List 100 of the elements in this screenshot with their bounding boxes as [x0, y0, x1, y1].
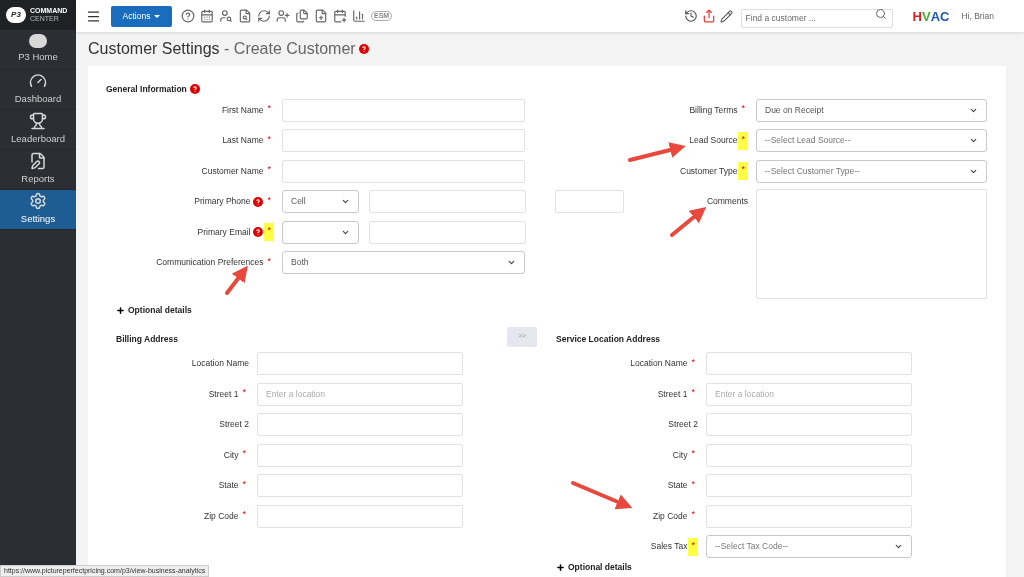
add-user-icon[interactable] [276, 9, 290, 23]
input-field[interactable] [706, 504, 912, 528]
required-asterisk: * [266, 193, 272, 207]
field-label: Street 1 [657, 387, 688, 401]
help-icon[interactable] [189, 84, 200, 94]
caret-icon [154, 14, 161, 18]
field-label: Last Name [222, 134, 264, 148]
arrow-annotation [670, 206, 707, 237]
input-field[interactable] [282, 98, 525, 122]
field-label: Lead Source [689, 134, 738, 148]
field-label: Customer Name [201, 164, 264, 178]
field-label: Location Name [191, 357, 249, 371]
edit-icon[interactable] [719, 9, 733, 23]
help-icon[interactable] [253, 196, 264, 207]
required-asterisk: * [690, 508, 696, 522]
required-asterisk: * [690, 477, 696, 491]
required-asterisk: * [266, 132, 272, 146]
field-label: Location Name [630, 357, 688, 371]
required-asterisk: * [266, 102, 272, 116]
field-label: First Name [221, 103, 264, 117]
required-asterisk: * [241, 508, 247, 522]
history-icon[interactable] [683, 9, 698, 23]
help-icon[interactable] [181, 9, 195, 23]
field-label: Primary Email [197, 225, 251, 239]
comments-field[interactable] [756, 188, 987, 299]
share-icon[interactable] [701, 9, 716, 23]
plus-icon[interactable] [116, 306, 125, 315]
refresh-icon[interactable] [257, 9, 271, 23]
field-label: Zip Code [204, 509, 239, 523]
input-field[interactable] [257, 504, 463, 528]
input-field[interactable]: Enter a location [706, 382, 912, 406]
plus-icon[interactable] [556, 562, 565, 572]
field-label: State [667, 479, 688, 493]
required-asterisk: * [688, 537, 698, 556]
field-label: Street 1 [208, 387, 239, 401]
arrow-annotation [571, 481, 633, 510]
help-icon[interactable] [253, 227, 264, 238]
calendar-plus-icon[interactable] [333, 9, 347, 23]
optional-details-link[interactable]: Optional details [128, 304, 192, 317]
trophy-icon [29, 112, 47, 131]
input-field[interactable] [257, 443, 463, 467]
select-field[interactable]: --Select Customer Type-- [756, 159, 987, 183]
user-search-icon[interactable] [219, 9, 233, 23]
help-icon[interactable] [358, 44, 369, 54]
input-field[interactable]: Enter a location [257, 382, 463, 406]
required-asterisk: * [690, 386, 696, 400]
bar-chart-icon[interactable] [352, 9, 366, 23]
input-field[interactable] [257, 474, 463, 498]
optional-details-link[interactable]: Optional details [568, 561, 632, 574]
input-field[interactable] [369, 190, 526, 214]
field-label: Comments [706, 195, 748, 209]
sidebar-item[interactable]: Leaderboard [0, 110, 76, 150]
select-field[interactable] [282, 220, 359, 244]
logo-mark: P3 [6, 7, 26, 23]
required-asterisk: * [264, 223, 274, 242]
field-label: Zip Code [653, 509, 688, 523]
field-label: Sales Tax [650, 540, 688, 554]
required-asterisk: * [266, 163, 272, 177]
search-field[interactable]: Find a customer ... [740, 8, 893, 28]
company-logo: HVAC [912, 9, 950, 23]
field-label: Communication Preferences [156, 256, 264, 270]
user-greeting[interactable]: Hi, Brian [961, 9, 994, 23]
document-search-icon[interactable] [238, 9, 252, 23]
select-field[interactable]: Due on Receipt [756, 98, 987, 122]
input-field[interactable] [282, 129, 525, 153]
required-asterisk: * [690, 355, 696, 369]
section-heading: Service Location Address [556, 332, 662, 345]
select-field[interactable]: --Select Lead Source-- [756, 129, 987, 153]
input-field[interactable] [282, 159, 525, 183]
field-label: Primary Phone [194, 195, 251, 209]
field-label: City [223, 448, 239, 462]
select-field[interactable]: Both [282, 251, 525, 275]
field-label: Street 2 [668, 418, 698, 432]
search-icon[interactable] [874, 8, 887, 20]
input-field[interactable] [369, 220, 526, 244]
arrow-annotation [628, 142, 686, 162]
actions-button[interactable]: Actions [111, 5, 172, 27]
input-field[interactable] [706, 474, 912, 498]
menu-icon[interactable] [86, 8, 101, 24]
required-asterisk: * [738, 131, 748, 150]
required-asterisk: * [266, 254, 272, 268]
field-label: Street 2 [219, 418, 249, 432]
sidebar-item[interactable]: Dashboard [0, 70, 76, 110]
required-asterisk: * [740, 102, 746, 116]
input-field[interactable] [706, 413, 912, 437]
input-field[interactable] [555, 190, 624, 214]
sidebar-item[interactable]: Settings [0, 190, 76, 230]
field-label: Billing Terms [689, 103, 738, 117]
input-field[interactable] [706, 352, 912, 376]
input-field[interactable] [257, 413, 463, 437]
add-document-icon[interactable] [314, 9, 328, 23]
field-label: State [218, 479, 239, 493]
select-field[interactable]: --Select Tax Code-- [706, 535, 912, 559]
input-field[interactable] [257, 352, 463, 376]
sidebar-item[interactable]: P3 Home [0, 30, 76, 70]
calendar-icon[interactable] [200, 9, 214, 23]
select-field[interactable]: Cell [282, 190, 359, 214]
input-field[interactable] [706, 443, 912, 467]
files-icon[interactable] [295, 9, 309, 23]
required-asterisk: * [738, 162, 748, 181]
